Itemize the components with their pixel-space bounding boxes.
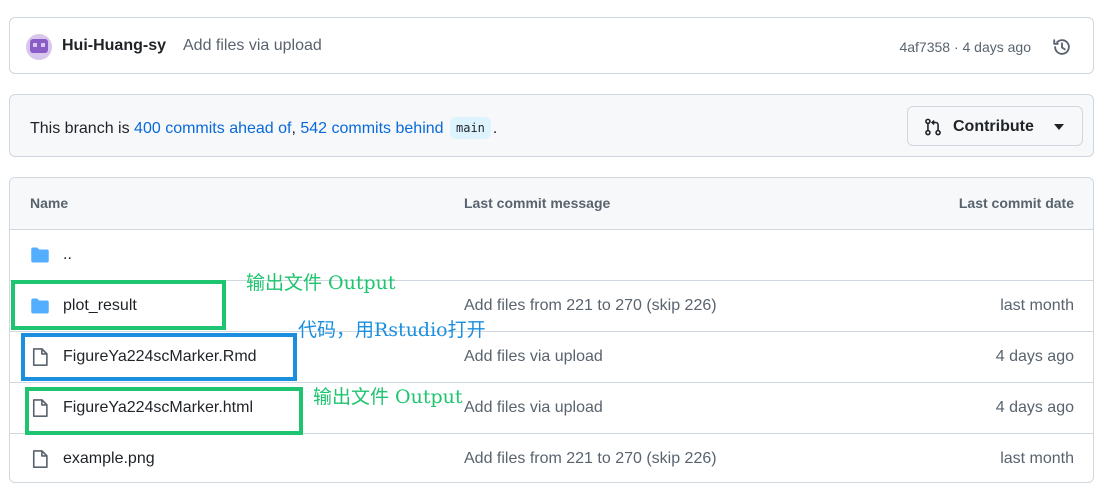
file-table: Name Last commit message Last commit dat…: [9, 177, 1094, 483]
latest-commit-bar: Hui-Huang-sy Add files via upload 4af735…: [9, 17, 1094, 74]
base-branch-badge[interactable]: main: [450, 117, 491, 139]
commits-ahead-link[interactable]: 400 commits ahead of: [134, 120, 291, 137]
file-icon: [32, 450, 48, 468]
code-highlight-box: [21, 333, 297, 381]
branch-status-bar: This branch is 400 commits ahead of, 542…: [9, 94, 1094, 157]
chevron-down-icon: [1054, 124, 1064, 130]
commit-date: 4 days ago: [995, 399, 1074, 416]
commit-date: last month: [1000, 297, 1074, 314]
author-avatar[interactable]: [26, 34, 52, 60]
date-column-header: Last commit date: [958, 195, 1074, 211]
commits-behind-link[interactable]: 542 commits behind: [300, 120, 443, 137]
file-name-link[interactable]: ..: [63, 246, 72, 264]
output-annotation-label-2: 输出文件 Output: [313, 386, 463, 408]
commit-message-link[interactable]: Add files from 221 to 270 (skip 226): [464, 297, 717, 315]
folder-icon: [31, 247, 49, 263]
contribute-button[interactable]: Contribute: [907, 106, 1083, 146]
commit-author-link[interactable]: Hui-Huang-sy: [62, 37, 166, 55]
table-row-parent-dir[interactable]: ..: [10, 230, 1093, 281]
message-column-header: Last commit message: [464, 195, 611, 211]
file-name-link[interactable]: example.png: [63, 450, 155, 468]
table-header: Name Last commit message Last commit dat…: [10, 178, 1093, 230]
output-highlight-box-2: [25, 387, 303, 435]
branch-status-prefix: This branch is: [30, 120, 135, 137]
commit-message-link[interactable]: Add files from 221 to 270 (skip 226): [464, 450, 717, 468]
commit-message-link[interactable]: Add files via upload: [183, 37, 322, 55]
branch-status-suffix: .: [492, 120, 498, 137]
table-row-example-png[interactable]: example.png Add files from 221 to 270 (s…: [10, 434, 1093, 482]
commit-hash-and-age[interactable]: 4af7358 · 4 days ago: [899, 39, 1031, 55]
branch-status-text: This branch is 400 commits ahead of, 542…: [30, 117, 497, 139]
commit-date: last month: [1000, 450, 1074, 467]
name-column-header: Name: [30, 195, 69, 211]
commit-message-link[interactable]: Add files via upload: [464, 399, 603, 417]
pull-request-icon: [925, 118, 941, 136]
output-annotation-label: 输出文件 Output: [246, 272, 396, 294]
history-icon[interactable]: [1051, 36, 1073, 58]
commit-date: 4 days ago: [995, 348, 1074, 365]
contribute-label: Contribute: [953, 118, 1034, 135]
code-annotation-label: 代码，用Rstudio打开: [298, 319, 486, 341]
commit-message-link[interactable]: Add files via upload: [464, 348, 603, 366]
output-highlight-box: [11, 280, 226, 330]
